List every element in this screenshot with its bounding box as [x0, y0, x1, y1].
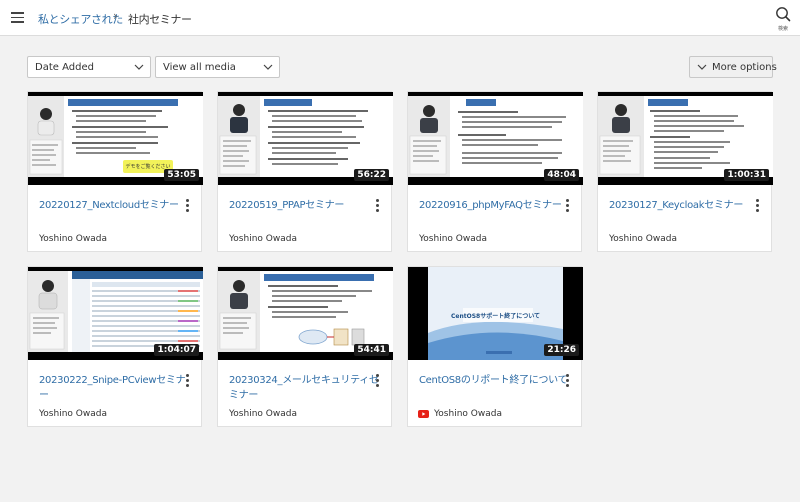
video-card[interactable]: 1:04:07 20230222_Snipe-PCviewセミナー Yoshin… [27, 266, 203, 427]
video-thumbnail[interactable]: 56:22 [218, 92, 393, 185]
media-filter-value: View all media [163, 62, 236, 73]
video-title[interactable]: 20220916_phpMyFAQセミナー [419, 198, 569, 213]
duration-badge: 53:05 [164, 169, 199, 181]
video-card[interactable]: CentOS8サポート終了について 21:26 CentOS8のリポート終了につ… [407, 266, 583, 427]
kebab-menu-icon[interactable] [373, 374, 381, 388]
sort-select[interactable]: Date Added [27, 56, 151, 78]
video-thumbnail[interactable]: 1:04:07 [28, 267, 203, 360]
duration-badge: 1:00:31 [724, 169, 769, 181]
kebab-menu-icon[interactable] [563, 374, 571, 388]
video-thumbnail[interactable]: 1:00:31 [598, 92, 773, 185]
owner-name: Yoshino Owada [39, 409, 107, 419]
top-bar: 私とシェアされた › 社内セミナー 検索 [0, 0, 800, 36]
video-thumbnail[interactable]: 48:04 [408, 92, 583, 185]
duration-badge: 21:26 [544, 344, 579, 356]
kebab-menu-icon[interactable] [183, 374, 191, 388]
video-thumbnail[interactable]: デモをご覧ください 53:05 [28, 92, 203, 185]
kebab-menu-icon[interactable] [373, 199, 381, 213]
kebab-menu-icon[interactable] [563, 199, 571, 213]
chevron-down-icon [697, 64, 707, 70]
video-card[interactable]: デモをご覧ください 53:05 20220127_Nextcloudセミナー Y… [27, 91, 203, 252]
duration-badge: 56:22 [354, 169, 389, 181]
video-card[interactable]: 1:00:31 20230127_Keycloakセミナー Yoshino Ow… [597, 91, 773, 252]
video-title[interactable]: 20230324_メールセキュリティセミナー [229, 373, 379, 403]
more-options-button[interactable]: More options [689, 56, 777, 78]
video-card[interactable]: 48:04 20220916_phpMyFAQセミナー Yoshino Owad… [407, 91, 583, 252]
owner-name: Yoshino Owada [229, 234, 297, 244]
video-title[interactable]: CentOS8のリポート終了について [419, 373, 569, 388]
owner-name: Yoshino Owada [39, 234, 107, 244]
chevron-right-icon: › [113, 9, 118, 23]
search-label: 検索 [777, 26, 788, 32]
search-icon [776, 7, 791, 22]
video-title[interactable]: 20230127_Keycloakセミナー [609, 198, 759, 213]
owner-name: Yoshino Owada [434, 409, 502, 419]
video-card[interactable]: 56:22 20220519_PPAPセミナー Yoshino Owada [217, 91, 393, 252]
search-button[interactable]: 検索 [772, 5, 794, 33]
more-options-label: More options [712, 62, 777, 73]
chevron-down-icon [134, 64, 144, 70]
video-title[interactable]: 20220519_PPAPセミナー [229, 198, 379, 213]
owner-name: Yoshino Owada [609, 234, 677, 244]
thumbnail-highlight: CentOS8サポート終了について [450, 313, 541, 320]
video-card[interactable]: 54:41 20230324_メールセキュリティセミナー Yoshino Owa… [217, 266, 393, 427]
youtube-icon [418, 410, 429, 418]
chevron-down-icon [263, 64, 273, 70]
kebab-menu-icon[interactable] [183, 199, 191, 213]
video-thumbnail[interactable]: 54:41 [218, 267, 393, 360]
kebab-menu-icon[interactable] [753, 199, 761, 213]
video-title[interactable]: 20230222_Snipe-PCviewセミナー [39, 373, 189, 403]
video-thumbnail[interactable]: CentOS8サポート終了について 21:26 [408, 267, 583, 360]
hamburger-icon[interactable] [11, 12, 24, 23]
duration-badge: 54:41 [354, 344, 389, 356]
page-title: 社内セミナー [128, 13, 192, 26]
media-filter-select[interactable]: View all media [155, 56, 280, 78]
video-title[interactable]: 20220127_Nextcloudセミナー [39, 198, 189, 213]
sort-select-value: Date Added [35, 62, 94, 73]
owner-name: Yoshino Owada [229, 409, 297, 419]
duration-badge: 48:04 [544, 169, 579, 181]
breadcrumb-shared-with-me[interactable]: 私とシェアされた [38, 11, 123, 27]
duration-badge: 1:04:07 [154, 344, 199, 356]
owner-name: Yoshino Owada [419, 234, 487, 244]
